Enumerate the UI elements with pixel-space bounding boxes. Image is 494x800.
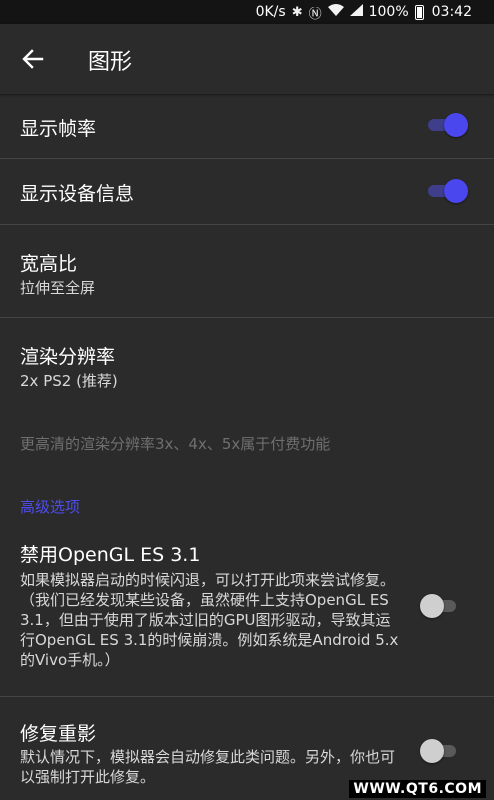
toggle-thumb [420, 739, 444, 763]
setting-render-resolution[interactable]: 渲染分辨率 2x PS2 (推荐) [0, 318, 494, 410]
network-speed: 0K/s [255, 4, 286, 20]
battery-percent: 100% [368, 4, 409, 20]
setting-label: 修复重影 [20, 723, 97, 745]
disable-opengl-toggle[interactable] [420, 594, 462, 618]
setting-label: 宽高比 [20, 253, 78, 275]
arrow-left-icon[interactable] [20, 46, 46, 72]
page-title: 图形 [88, 50, 133, 75]
setting-label: 渲染分辨率 [20, 346, 116, 368]
setting-description: 如果模拟器启动的时候闪退，可以打开此项来尝试修复。（我们已经发现某些设备，虽然硬… [20, 571, 399, 669]
advanced-section-header: 高级选项 [20, 498, 81, 516]
status-time: 03:42 [431, 4, 472, 20]
setting-value: 拉伸至全屏 [20, 279, 96, 297]
toggle-thumb [444, 113, 468, 137]
nfc-icon: Ⓝ [308, 6, 322, 22]
signal-icon [349, 4, 363, 20]
watermark: WWW.QT6.COM [349, 780, 486, 798]
status-bar: 0K/s ✱ Ⓝ 100% 03:42 [0, 0, 494, 24]
wifi-icon [327, 4, 344, 20]
setting-show-device-info[interactable]: 显示设备信息 [0, 159, 494, 223]
setting-value: 2x PS2 (推荐) [20, 372, 118, 390]
setting-disable-opengl[interactable]: 禁用OpenGL ES 3.1 如果模拟器启动的时候闪退，可以打开此项来尝试修复… [0, 530, 494, 696]
toggle-thumb [420, 594, 444, 618]
setting-label: 显示帧率 [20, 118, 97, 140]
setting-label: 显示设备信息 [20, 183, 135, 205]
app-bar: 图形 [0, 24, 494, 94]
setting-aspect-ratio[interactable]: 宽高比 拉伸至全屏 [0, 225, 494, 317]
resolution-note: 更高清的渲染分辨率3x、4x、5x属于付费功能 [20, 435, 331, 453]
setting-label: 禁用OpenGL ES 3.1 [20, 544, 201, 566]
battery-icon [414, 4, 424, 20]
fix-ghosting-toggle[interactable] [420, 739, 462, 763]
setting-show-fps[interactable]: 显示帧率 [0, 94, 494, 158]
show-device-info-toggle[interactable] [428, 179, 468, 203]
bluetooth-icon: ✱ [291, 4, 303, 20]
setting-description: 默认情况下，模拟器会自动修复此类问题。另外，你也可以强制打开此修复。 [20, 748, 396, 786]
show-fps-toggle[interactable] [428, 113, 468, 137]
toggle-thumb [444, 179, 468, 203]
